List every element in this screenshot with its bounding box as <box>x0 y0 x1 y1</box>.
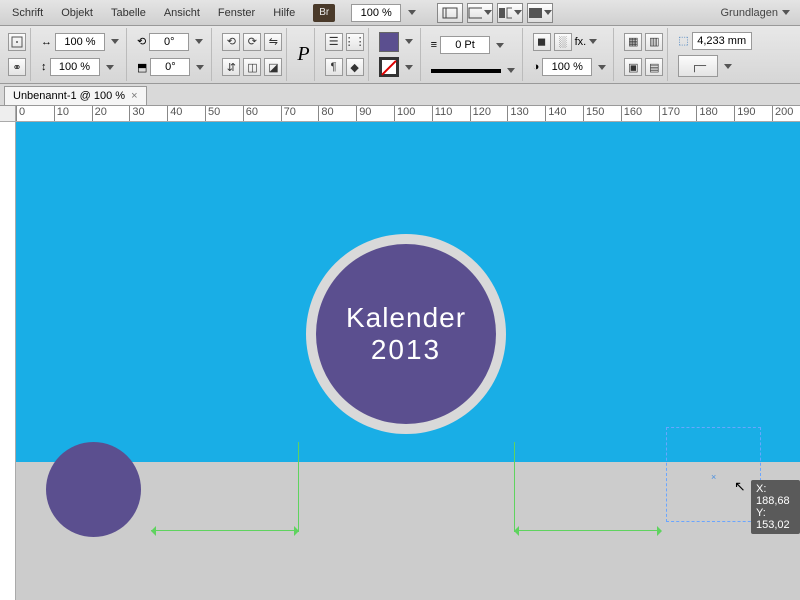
shear-dd[interactable] <box>193 65 207 70</box>
corner-icon[interactable]: ◆ <box>346 58 364 76</box>
coord-y: Y: 153,02 <box>756 507 795 531</box>
link-icon[interactable]: ⚭ <box>8 58 26 76</box>
menu-bar: Schrift Objekt Tabelle Ansicht Fenster H… <box>0 0 800 26</box>
ref-point-icon[interactable] <box>8 33 26 51</box>
opacity-field[interactable] <box>542 58 592 76</box>
arrow-left-icon <box>146 526 156 536</box>
menu-ansicht[interactable]: Ansicht <box>156 3 208 23</box>
rotate-ccw-icon[interactable]: ⟲ <box>222 33 240 51</box>
scale-x-field[interactable] <box>55 33 105 51</box>
fx-label[interactable]: fx. <box>575 36 587 48</box>
menu-objekt[interactable]: Objekt <box>53 3 101 23</box>
measure-icon: ⬚ <box>678 34 688 47</box>
fill-dd[interactable] <box>402 39 416 44</box>
stroke-weight-icon: ≡ <box>431 39 437 51</box>
rotate-field[interactable] <box>149 33 189 51</box>
arrow-right-icon <box>294 526 304 536</box>
drop-shadow-icon[interactable]: ◼ <box>533 33 551 51</box>
title-line1: Kalender <box>346 302 466 334</box>
rotate-dd[interactable] <box>192 39 206 44</box>
smart-guide <box>514 530 661 531</box>
zoom-dropdown[interactable] <box>405 10 419 15</box>
tab-title: Unbenannt-1 @ 100 % <box>13 90 125 102</box>
coord-x: X: 188,68 <box>756 483 795 507</box>
stroke-weight-field[interactable] <box>440 36 490 54</box>
text-wrap-icon[interactable]: ¶ <box>325 58 343 76</box>
zoom-field[interactable] <box>351 4 401 22</box>
shear-field[interactable] <box>150 58 190 76</box>
vertical-ruler[interactable] <box>0 122 16 600</box>
document-tab-bar: Unbenannt-1 @ 100 % × <box>0 84 800 106</box>
control-panel: ⚭ ↔ ↕ ⟲ ⬒ ⟲ ⟳ ⇋ ⇵ ◫ ◪ P ☰ ⋮⋮ ¶ ◆ <box>0 26 800 84</box>
scale-y-icon: ↕ <box>41 61 47 73</box>
horizontal-ruler[interactable]: 0102030405060708090100110120130140150160… <box>16 106 800 122</box>
menu-schrift[interactable]: Schrift <box>4 3 51 23</box>
menu-hilfe[interactable]: Hilfe <box>265 3 303 23</box>
flip-h-icon[interactable]: ⇋ <box>264 33 282 51</box>
view-mode-normal-icon[interactable] <box>437 3 463 23</box>
arrow-left-icon <box>509 526 519 536</box>
fit-content-icon[interactable]: ▦ <box>624 33 642 51</box>
corner-options-icon[interactable]: ┌─ <box>678 55 718 77</box>
rotate-cw-icon[interactable]: ⟳ <box>243 33 261 51</box>
menu-fenster[interactable]: Fenster <box>210 3 263 23</box>
arrow-right-icon <box>657 526 667 536</box>
type-tool-icon: P <box>297 43 309 66</box>
scale-x-dd[interactable] <box>108 39 122 44</box>
distribute-icon[interactable]: ⋮⋮ <box>346 33 364 51</box>
stroke-style-preview[interactable] <box>431 69 501 73</box>
smart-guide <box>151 530 298 531</box>
guide-line[interactable] <box>514 442 515 532</box>
stroke-swatch[interactable] <box>379 57 399 77</box>
menu-tabelle[interactable]: Tabelle <box>103 3 154 23</box>
select-container-icon[interactable]: ◫ <box>243 58 261 76</box>
canvas[interactable]: Kalender 2013 × ↖ X: 188,68 Y: 153,02 <box>16 122 800 600</box>
title-circle[interactable]: Kalender 2013 <box>316 244 496 424</box>
measure-field[interactable] <box>692 32 752 50</box>
rotate-icon: ⟲ <box>137 35 146 48</box>
fill-swatch[interactable] <box>379 32 399 52</box>
coordinate-tooltip: X: 188,68 Y: 153,02 <box>751 480 800 534</box>
scale-x-icon: ↔ <box>41 36 52 48</box>
fit-frame-icon[interactable]: ▥ <box>645 33 663 51</box>
opacity-icon: ◑ <box>533 61 540 73</box>
fill-frame-icon[interactable]: ▤ <box>645 58 663 76</box>
flip-v-icon[interactable]: ⇵ <box>222 58 240 76</box>
shear-icon: ⬒ <box>137 61 147 74</box>
tab-close-icon[interactable]: × <box>131 90 137 102</box>
align-icon[interactable]: ☰ <box>325 33 343 51</box>
scale-y-field[interactable] <box>50 58 100 76</box>
workspace-switcher[interactable]: Grundlagen <box>721 7 797 19</box>
bridge-icon[interactable]: Br <box>313 4 335 22</box>
scale-y-dd[interactable] <box>103 65 117 70</box>
arrange-icon[interactable] <box>497 3 523 23</box>
ruler-origin[interactable] <box>0 106 16 122</box>
view-mode-preview-icon[interactable] <box>467 3 493 23</box>
screen-mode-icon[interactable] <box>527 3 553 23</box>
center-content-icon[interactable]: ▣ <box>624 58 642 76</box>
feather-icon[interactable]: ░ <box>554 33 572 51</box>
stroke-dd[interactable] <box>402 65 416 70</box>
small-circle[interactable] <box>46 442 141 537</box>
guide-line[interactable] <box>298 442 299 532</box>
document-tab[interactable]: Unbenannt-1 @ 100 % × <box>4 86 147 105</box>
title-line2: 2013 <box>371 334 441 366</box>
select-content-icon[interactable]: ◪ <box>264 58 282 76</box>
anchor-point[interactable]: × <box>711 472 717 478</box>
